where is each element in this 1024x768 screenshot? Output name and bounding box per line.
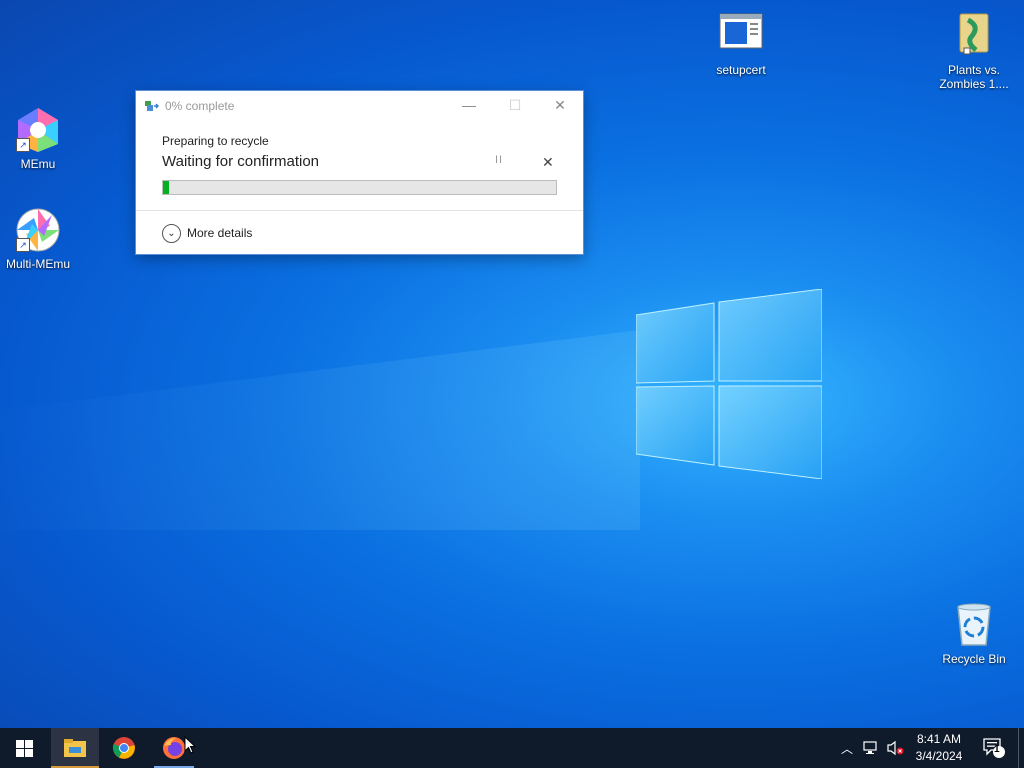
windows-logo-wallpaper	[636, 289, 822, 479]
minimize-icon: —	[462, 97, 476, 113]
network-icon	[863, 741, 877, 754]
cancel-icon: ✕	[542, 154, 554, 170]
dialog-divider	[136, 210, 583, 211]
pause-icon: II	[495, 154, 504, 166]
desktop-icon-plants-vs-zombies[interactable]: Plants vs. Zombies 1....	[936, 12, 1012, 91]
desktop-light-beam	[0, 330, 640, 530]
more-details-label: More details	[187, 226, 253, 240]
minimize-button[interactable]: —	[446, 91, 492, 120]
progress-bar-fill	[163, 181, 169, 194]
shortcut-arrow-icon: ↗	[16, 238, 30, 252]
close-button[interactable]: ✕	[537, 91, 583, 120]
memu-icon: ↗	[14, 106, 62, 154]
desktop-icon-memu[interactable]: ↗ MEmu	[0, 106, 76, 171]
recycle-bin-icon	[950, 601, 998, 649]
taskbar-clock[interactable]: 8:41 AM 3/4/2024	[908, 731, 970, 765]
start-button[interactable]	[0, 728, 48, 768]
tray-overflow-button[interactable]: ︿	[838, 728, 856, 768]
volume-button[interactable]	[884, 728, 906, 768]
desktop-icon-setupcert[interactable]: setupcert	[703, 12, 779, 77]
progress-bar	[162, 180, 557, 195]
shortcut-arrow-icon: ↗	[16, 138, 30, 152]
firefox-icon	[163, 737, 185, 759]
operation-subtitle: Preparing to recycle	[162, 134, 269, 148]
desktop-icon-label: Plants vs. Zombies 1....	[939, 63, 1009, 91]
multi-memu-icon: ↗	[14, 206, 62, 254]
start-icon	[15, 739, 33, 757]
desktop-icon-label: setupcert	[716, 63, 766, 77]
cancel-operation-button[interactable]: ✕	[542, 154, 554, 171]
operation-status: Waiting for confirmation	[162, 153, 320, 170]
recycle-progress-dialog: 0% complete — ☐ ✕ Preparing to recycle W…	[136, 91, 583, 254]
setupcert-window-icon	[717, 12, 765, 60]
pause-button[interactable]: II	[495, 154, 503, 166]
maximize-icon: ☐	[508, 97, 522, 113]
taskbar-chrome[interactable]	[100, 728, 148, 768]
close-icon: ✕	[554, 97, 566, 113]
action-center-button[interactable]: 1	[980, 728, 1008, 768]
file-move-icon	[145, 101, 159, 111]
maximize-button: ☐	[492, 91, 538, 120]
mouse-cursor-icon	[184, 736, 196, 754]
volume-muted-icon	[887, 740, 904, 756]
plants-vs-zombies-folder-icon	[950, 12, 998, 60]
more-details-button[interactable]: ⌄ More details	[162, 223, 252, 243]
desktop-icon-multi-memu[interactable]: ↗ Multi-MEmu	[0, 206, 76, 271]
notification-count-badge: 1	[994, 744, 1000, 755]
dialog-title: 0% complete	[165, 99, 235, 113]
show-desktop-button[interactable]	[1018, 728, 1019, 768]
network-button[interactable]	[860, 728, 882, 768]
clock-date: 3/4/2024	[915, 749, 963, 763]
taskbar: ︿ 8:41 AM 3/4/2024 1	[0, 728, 1024, 768]
chevron-down-icon: ⌄	[162, 223, 181, 243]
desktop-icon-recycle-bin[interactable]: Recycle Bin	[936, 601, 1012, 666]
desktop-icon-label: Recycle Bin	[942, 652, 1006, 666]
taskbar-file-explorer[interactable]	[51, 728, 99, 768]
dialog-titlebar[interactable]: 0% complete — ☐ ✕	[136, 91, 583, 120]
chevron-up-icon: ︿	[840, 741, 853, 756]
desktop-icon-label: MEmu	[20, 157, 56, 171]
chrome-icon	[112, 737, 135, 759]
file-explorer-icon	[64, 739, 86, 757]
desktop-icon-label: Multi-MEmu	[5, 257, 70, 271]
clock-time: 8:41 AM	[916, 732, 962, 746]
